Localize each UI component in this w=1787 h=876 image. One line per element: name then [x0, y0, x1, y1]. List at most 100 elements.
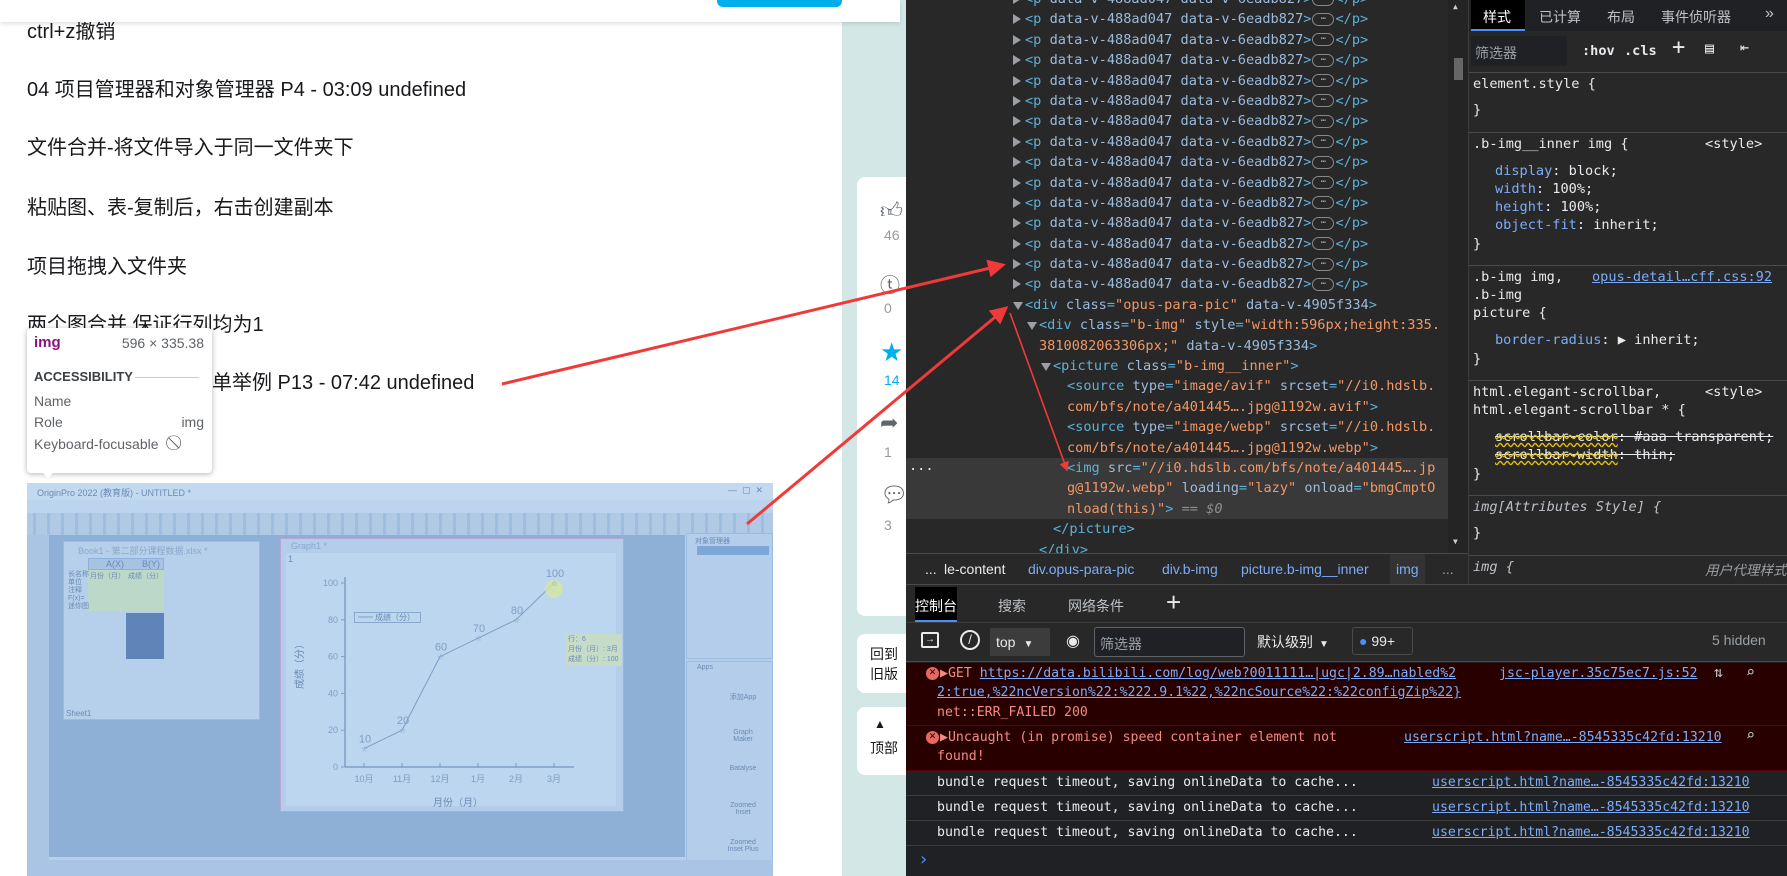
scroll-up-icon[interactable]: ▲	[1453, 2, 1458, 11]
dom-node[interactable]: <p data-v-488ad047 data-v-6eadb827>⋯</p>	[906, 193, 1448, 213]
expand-caret-right-icon[interactable]	[1013, 136, 1021, 147]
dom-node[interactable]: <p data-v-488ad047 data-v-6eadb827>⋯</p>	[906, 30, 1448, 50]
dom-node[interactable]: <p data-v-488ad047 data-v-6eadb827>⋯</p>	[906, 9, 1448, 29]
dom-node[interactable]: <div class="opus-para-pic" data-v-4905f3…	[906, 295, 1448, 315]
tab-network-conditions[interactable]: 网络条件	[1068, 596, 1124, 616]
network-request-icon[interactable]: ⇅	[1714, 663, 1723, 681]
dom-node[interactable]: <p data-v-488ad047 data-v-6eadb827>⋯</p>	[906, 132, 1448, 152]
collapsed-content-badge[interactable]: ⋯	[1312, 94, 1335, 108]
collapsed-content-badge[interactable]: ⋯	[1312, 0, 1335, 6]
style-declaration[interactable]: scrollbar-width: thin;	[1495, 447, 1675, 463]
tab-console[interactable]: 控制台	[915, 587, 957, 622]
console-sidebar-icon[interactable]: →	[921, 632, 939, 648]
dom-node[interactable]: <source type="image/avif" srcset="//i0.h…	[906, 376, 1448, 396]
dom-node[interactable]: <p data-v-488ad047 data-v-6eadb827>⋯</p>	[906, 71, 1448, 91]
style-declaration[interactable]: display: block;	[1495, 163, 1618, 179]
issues-badge[interactable]: ● 99+	[1352, 627, 1413, 655]
dom-node[interactable]: <p data-v-488ad047 data-v-6eadb827>⋯</p>	[906, 111, 1448, 131]
hov-button[interactable]: :hov	[1582, 43, 1615, 59]
source-link[interactable]: jsc-player.35c75ec7.js:52	[1499, 665, 1698, 683]
dom-node[interactable]: <p data-v-488ad047 data-v-6eadb827>⋯</p>	[906, 0, 1448, 9]
expand-caret-right-icon[interactable]	[1013, 55, 1021, 66]
source-link[interactable]: userscript.html?name…-8545335c42fd:13210	[1432, 824, 1750, 842]
expand-caret-right-icon[interactable]	[1013, 259, 1021, 270]
header-button[interactable]	[717, 0, 842, 7]
comment-icon[interactable]: 💬︎	[880, 482, 906, 508]
dom-node[interactable]: com/bfs/note/a401445….jpg@1192w.webp">	[906, 438, 1448, 458]
expand-caret-right-icon[interactable]	[1013, 75, 1021, 86]
more-tabs-icon[interactable]: »	[1765, 5, 1774, 23]
coin-icon[interactable]: ⓣ	[880, 269, 906, 298]
tab-search[interactable]: 搜索	[998, 596, 1026, 616]
collapsed-content-badge[interactable]: ⋯	[1312, 33, 1335, 47]
scroll-down-icon[interactable]: ▼	[1453, 537, 1458, 546]
collapsed-content-badge[interactable]: ⋯	[1312, 135, 1335, 149]
dom-node[interactable]: <p data-v-488ad047 data-v-6eadb827>⋯</p>	[906, 152, 1448, 172]
dom-node[interactable]: </div>	[906, 540, 1448, 553]
dom-node[interactable]: <source type="image/webp" srcset="//i0.h…	[906, 417, 1448, 437]
search-icon[interactable]: ⌕	[1746, 726, 1755, 744]
star-icon[interactable]: ★	[880, 337, 906, 368]
dom-node[interactable]: <p data-v-488ad047 data-v-6eadb827>⋯</p>	[906, 234, 1448, 254]
rule-source-link[interactable]: opus-detail…cff.css:92	[1592, 269, 1772, 285]
tab-computed[interactable]: 已计算	[1539, 7, 1581, 27]
dom-node[interactable]: <p data-v-488ad047 data-v-6eadb827>⋯</p>	[906, 274, 1448, 294]
request-url-link[interactable]: https://data.bilibili.com/log/web?001111…	[980, 666, 1456, 681]
collapsed-content-badge[interactable]: ⋯	[1312, 237, 1335, 251]
tab-styles[interactable]: 样式	[1471, 0, 1525, 31]
expand-caret-right-icon[interactable]	[1013, 116, 1021, 127]
share-icon[interactable]: ➦	[880, 410, 906, 436]
dom-node[interactable]: <p data-v-488ad047 data-v-6eadb827>⋯</p>	[906, 91, 1448, 111]
breadcrumb-item[interactable]: le-content	[944, 561, 1005, 577]
source-link[interactable]: userscript.html?name…-8545335c42fd:13210	[1404, 729, 1722, 747]
collapsed-content-badge[interactable]: ⋯	[1312, 176, 1335, 190]
expand-caret-right-icon[interactable]	[1013, 218, 1021, 229]
style-declaration[interactable]: scrollbar-color: #aaa transparent;	[1495, 429, 1773, 445]
cls-button[interactable]: .cls	[1624, 43, 1657, 59]
expand-caret-right-icon[interactable]	[1013, 157, 1021, 168]
expand-caret-down-icon[interactable]	[1041, 363, 1051, 372]
context-select[interactable]: top ▼	[990, 628, 1050, 656]
expand-caret-right-icon[interactable]	[1013, 0, 1021, 4]
log-level-select[interactable]: 默认级别 ▼	[1257, 632, 1329, 652]
back-to-top-button[interactable]: ▲ 顶部	[857, 707, 906, 775]
styles-filter-input[interactable]: 筛选器	[1471, 36, 1567, 66]
dom-node[interactable]: <div class="b-img" style="width:596px;he…	[906, 315, 1448, 335]
dom-node[interactable]: <picture class="b-img__inner">	[906, 356, 1448, 376]
expand-caret-right-icon[interactable]	[1013, 95, 1021, 106]
dom-node[interactable]: <p data-v-488ad047 data-v-6eadb827>⋯</p>	[906, 173, 1448, 193]
dom-node[interactable]: <p data-v-488ad047 data-v-6eadb827>⋯</p>	[906, 213, 1448, 233]
dom-node-selected[interactable]: g@1192w.webp" loading="lazy" onload="bmg…	[906, 478, 1448, 499]
article-image-origin-screenshot[interactable]: OriginPro 2022 (教育版) - UNTITLED * — ▢ ✕ B…	[27, 483, 773, 876]
expand-caret-down-icon[interactable]	[1013, 301, 1023, 310]
source-link[interactable]: userscript.html?name…-8545335c42fd:13210	[1432, 774, 1750, 792]
dom-node-selected[interactable]: <img src="//i0.hdslb.com/bfs/note/a40144…	[906, 457, 1448, 479]
console-filter-input[interactable]: 筛选器	[1094, 627, 1245, 657]
thumbs-up-icon[interactable]: 👍︎	[880, 197, 906, 224]
console-prompt-input[interactable]: ›	[918, 849, 929, 870]
collapsed-content-badge[interactable]: ⋯	[1312, 12, 1335, 26]
request-url-link[interactable]: 2:true,%22ncVersion%22:%222.9.1%22,%22nc…	[937, 684, 1461, 702]
collapsed-content-badge[interactable]: ⋯	[1312, 257, 1335, 271]
expand-caret-right-icon[interactable]	[1013, 34, 1021, 45]
clear-console-icon[interactable]: /	[960, 630, 980, 650]
add-tab-button[interactable]: +	[1166, 587, 1181, 618]
live-expression-eye-icon[interactable]: ◉	[1066, 631, 1080, 651]
breadcrumb-more[interactable]: ...	[1442, 561, 1454, 577]
breadcrumb-more[interactable]: ...	[925, 561, 937, 577]
dom-node[interactable]: <p data-v-488ad047 data-v-6eadb827>⋯</p>	[906, 254, 1448, 274]
elements-scrollbar[interactable]: ▲ ▼	[1448, 0, 1468, 553]
style-declaration[interactable]: height: 100%;	[1495, 199, 1601, 215]
add-rule-icon[interactable]: +	[1672, 35, 1685, 60]
collapsed-content-badge[interactable]: ⋯	[1312, 53, 1335, 67]
dom-node[interactable]: 3810082063306px;" data-v-4905f334>	[906, 336, 1448, 356]
dom-node[interactable]: <p data-v-488ad047 data-v-6eadb827>⋯</p>	[906, 50, 1448, 70]
style-declaration[interactable]: object-fit: inherit;	[1495, 217, 1659, 233]
more-actions-dots[interactable]: ...	[909, 458, 934, 474]
paint-brush-icon[interactable]: ▤	[1705, 39, 1714, 57]
expand-caret-right-icon[interactable]	[1013, 279, 1021, 290]
tab-event-listeners[interactable]: 事件侦听器	[1661, 7, 1731, 27]
collapsed-content-badge[interactable]: ⋯	[1312, 74, 1335, 88]
collapsed-content-badge[interactable]: ⋯	[1312, 277, 1335, 291]
expand-caret-down-icon[interactable]	[1027, 322, 1037, 331]
